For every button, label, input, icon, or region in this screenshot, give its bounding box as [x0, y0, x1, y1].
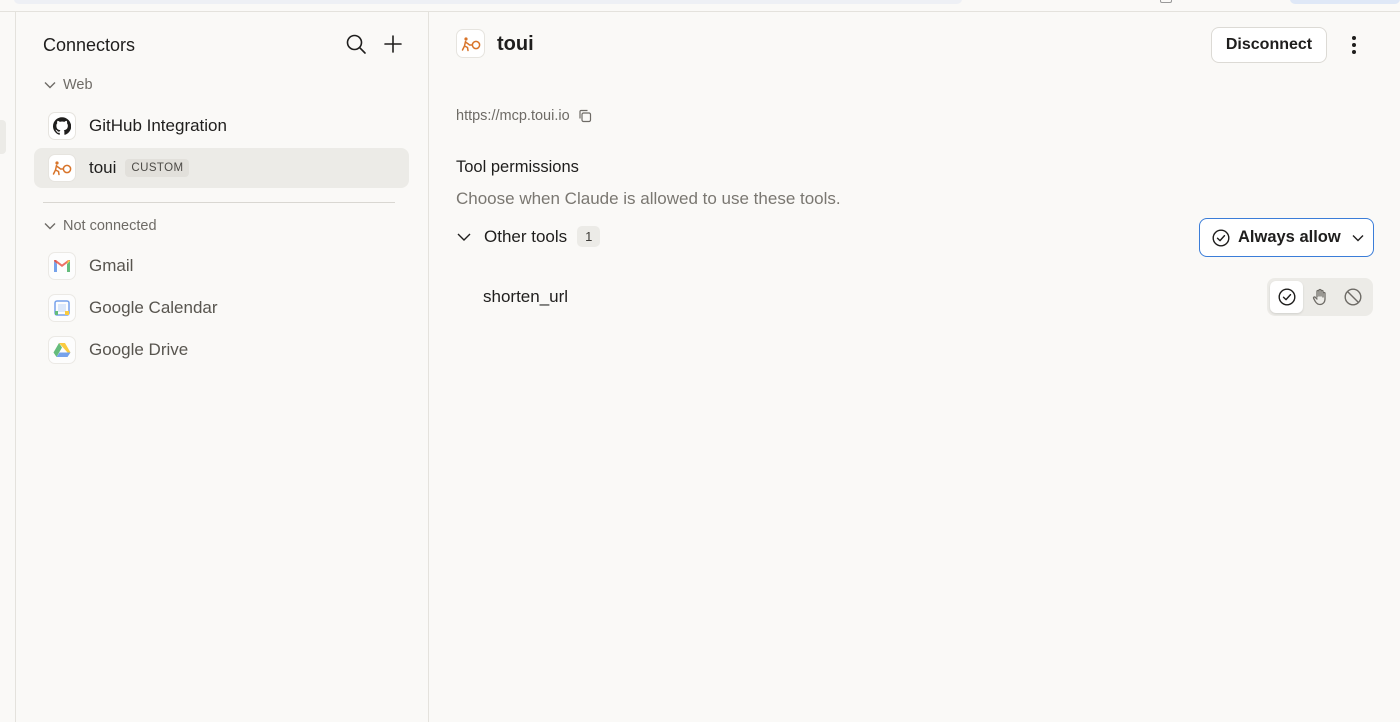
sidebar-item-label: Google Drive — [89, 340, 189, 359]
github-icon — [48, 112, 76, 140]
sidebar-item-toui[interactable]: toui CUSTOM — [34, 148, 409, 188]
browser-top-strip — [0, 0, 1400, 12]
more-options-button[interactable] — [1341, 31, 1367, 59]
group-permission-select[interactable]: Always allow — [1199, 218, 1374, 257]
connector-detail: toui Disconnect https://mcp.toui.io Tool… — [429, 12, 1400, 722]
tool-permissions-description: Choose when Claude is allowed to use the… — [456, 189, 841, 208]
sidebar-title: Connectors — [43, 35, 136, 55]
hand-icon — [1312, 288, 1326, 306]
custom-badge: CUSTOM — [125, 159, 190, 177]
chevron-down-icon — [44, 82, 56, 89]
left-rail — [0, 12, 16, 722]
server-url: https://mcp.toui.io — [456, 108, 570, 124]
sidebar-item-label: Gmail — [89, 256, 134, 275]
other-tools-label: Other tools — [484, 226, 568, 246]
search-button[interactable] — [342, 30, 370, 58]
section-not-connected-label: Not connected — [63, 218, 157, 234]
sidebar-item-google-calendar[interactable]: Google Calendar — [34, 288, 409, 328]
tool-permission-segmented-control — [1267, 278, 1373, 316]
gmail-icon — [48, 252, 76, 280]
chevron-down-icon — [1352, 234, 1364, 241]
toolbar-icon-edge — [1160, 0, 1172, 3]
tool-name: shorten_url — [483, 287, 569, 306]
block-icon — [1343, 288, 1362, 306]
section-web-label: Web — [63, 77, 93, 93]
toui-icon — [456, 29, 485, 58]
section-not-connected-toggle[interactable]: Not connected — [43, 218, 157, 234]
copy-icon[interactable] — [578, 109, 592, 123]
google-calendar-icon — [48, 294, 76, 322]
connectors-sidebar: Connectors Web GitHub Integration toui C… — [16, 12, 429, 722]
section-divider — [43, 202, 395, 203]
other-tools-toggle[interactable]: Other tools 1 — [456, 226, 601, 247]
needs-approval-option[interactable] — [1303, 281, 1336, 313]
search-icon — [346, 34, 366, 54]
sidebar-item-google-drive[interactable]: Google Drive — [34, 330, 409, 370]
toui-icon — [48, 154, 76, 182]
sidebar-item-github-integration[interactable]: GitHub Integration — [34, 106, 409, 146]
chevron-down-icon — [457, 233, 471, 241]
page-title: toui — [497, 33, 534, 55]
always-allow-option[interactable] — [1270, 281, 1303, 313]
sidebar-item-gmail[interactable]: Gmail — [34, 246, 409, 286]
selected-permission-label: Always allow — [1238, 228, 1341, 246]
add-connector-button[interactable] — [379, 30, 407, 58]
rail-selection-marker — [0, 120, 6, 154]
more-vertical-icon — [1352, 36, 1356, 54]
sidebar-item-label: toui — [89, 158, 117, 177]
tool-count-badge: 1 — [577, 226, 601, 247]
address-bar-edge — [14, 0, 962, 4]
toolbar-button-edge — [1290, 0, 1400, 4]
google-drive-icon — [48, 336, 76, 364]
chevron-down-icon — [44, 223, 56, 230]
server-url-row: https://mcp.toui.io — [456, 108, 592, 124]
tool-permissions-title: Tool permissions — [456, 158, 579, 176]
block-option[interactable] — [1336, 281, 1369, 313]
check-circle-icon — [1277, 288, 1296, 306]
plus-icon — [384, 35, 402, 53]
sidebar-item-label: Google Calendar — [89, 298, 218, 317]
section-web-toggle[interactable]: Web — [43, 77, 93, 93]
sidebar-item-label: GitHub Integration — [89, 116, 227, 135]
check-circle-icon — [1212, 228, 1230, 247]
disconnect-button[interactable]: Disconnect — [1211, 27, 1327, 63]
